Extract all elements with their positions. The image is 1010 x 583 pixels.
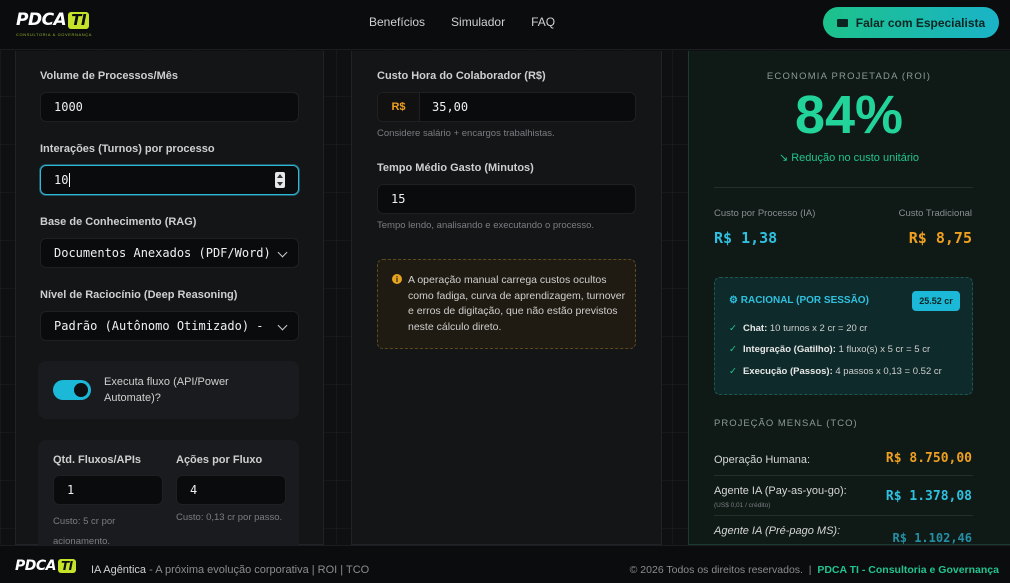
rag-value: Documentos Anexados (PDF/Word) — [54, 246, 271, 260]
volume-label: Volume de Processos/Mês — [40, 70, 178, 82]
divider — [714, 515, 973, 516]
ia-cost-label: Custo por Processo (IA) — [714, 208, 816, 219]
time-hint: Tempo lendo, analisando e executando o p… — [377, 220, 595, 231]
time-label: Tempo Médio Gasto (Minutos) — [377, 162, 534, 174]
rag-select[interactable]: Documentos Anexados (PDF/Word) — [40, 238, 299, 268]
flow-toggle-label: Executa fluxo (API/Power Automate)? — [104, 376, 229, 404]
footer-logo-text: PDCA — [15, 558, 57, 574]
footer: PDCA TI IA Agêntica - A próxima evolução … — [0, 545, 1010, 583]
credits-badge: 25.52 cr — [912, 291, 960, 311]
logo[interactable]: PDCA TI CONSULTORIA & GOVERNANÇA — [16, 10, 100, 37]
row-value: 4 passos x 0,13 = 0.52 cr — [835, 366, 942, 377]
divider — [714, 187, 973, 188]
footer-copyright: © 2026 Todos os direitos reservados. | P… — [630, 564, 999, 576]
trad-cost-value: R$ 8,75 — [908, 229, 972, 247]
flows-input[interactable]: 1 — [53, 475, 163, 505]
reasoning-select[interactable]: Padrão (Autônomo Otimizado) - — [40, 311, 299, 341]
chevron-down-icon — [277, 320, 288, 331]
currency-prefix: R$ — [378, 93, 420, 121]
row-value: 10 turnos x 2 cr = 20 cr — [769, 323, 868, 334]
footer-logo[interactable]: PDCA TI — [15, 558, 76, 574]
logo-badge: TI — [68, 11, 90, 29]
divider — [714, 475, 973, 476]
nav-faq[interactable]: FAQ — [531, 15, 555, 29]
footer-title: IA Agêntica — [91, 564, 147, 576]
payg-value: R$ 1.378,08 — [885, 489, 972, 504]
payg-note: (US$ 0,01 / crédito) — [714, 502, 771, 509]
top-header: PDCA TI CONSULTORIA & GOVERNANÇA Benefíci… — [0, 0, 1010, 50]
human-value: R$ 8.750,00 — [885, 451, 972, 466]
gear-icon: ⚙ — [729, 295, 741, 306]
turns-input[interactable]: 10 — [40, 165, 299, 195]
check-icon: ✓ — [729, 323, 737, 334]
warning-text: A operação manual carrega custos ocultos… — [408, 274, 626, 333]
rational-row: ✓ Execução (Passos): 4 passos x 0,13 = 0.… — [729, 366, 942, 377]
rational-row: ✓ Chat: 10 turnos x 2 cr = 20 cr — [729, 323, 867, 334]
check-icon: ✓ — [729, 344, 737, 355]
nav-simulador[interactable]: Simulador — [451, 15, 505, 29]
row-value: 1 fluxo(s) x 5 cr = 5 cr — [838, 344, 931, 355]
turns-label: Interações (Turnos) por processo — [40, 143, 215, 155]
flow-toggle[interactable] — [53, 380, 91, 400]
rational-card: ⚙ RACIONAL (POR SESSÃO) 25.52 cr ✓ Chat: … — [714, 277, 973, 395]
contact-specialist-button[interactable]: Falar com Especialista — [823, 7, 999, 38]
mail-icon — [836, 18, 848, 27]
number-stepper[interactable] — [275, 172, 285, 188]
rational-title-text: RACIONAL (POR SESSÃO) — [740, 295, 869, 306]
prepaid-value: R$ 1.102,46 — [892, 531, 972, 545]
steps-hint: Custo: 0,13 cr por passo. — [176, 512, 283, 523]
rational-row: ✓ Integração (Gatilho): 1 fluxo(s) x 5 cr… — [729, 344, 930, 355]
footer-brand[interactable]: PDCA TI - Consultoria e Governança — [817, 564, 999, 576]
time-input[interactable]: 15 — [377, 184, 636, 214]
reasoning-value: Padrão (Autônomo Otimizado) - — [54, 319, 264, 333]
check-icon: ✓ — [729, 366, 737, 377]
flows-card: Qtd. Fluxos/APIs 1 Custo: 5 cr por acion… — [38, 440, 299, 550]
reasoning-label: Nível de Raciocínio (Deep Reasoning) — [40, 289, 238, 301]
volume-input[interactable]: 1000 — [40, 92, 299, 122]
nav-beneficios[interactable]: Benefícios — [369, 15, 425, 29]
rag-label: Base de Conhecimento (RAG) — [40, 216, 197, 228]
ia-cost-value: R$ 1,38 — [714, 229, 778, 247]
toggle-knob — [74, 383, 88, 397]
hour-cost-label: Custo Hora do Colaborador (R$) — [377, 70, 546, 82]
row-key: Execução (Passos): — [742, 366, 833, 377]
tco-label: PROJEÇÃO MENSAL (TCO) — [714, 418, 858, 429]
trend-down-icon: ↘ — [778, 152, 792, 164]
flow-toggle-card: Executa fluxo (API/Power Automate)? — [38, 361, 299, 419]
hour-cost-hint: Considere salário + encargos trabalhista… — [377, 128, 555, 139]
human-label: Operação Humana: — [714, 454, 810, 466]
roi-label: ECONOMIA PROJETADA (ROI) — [766, 71, 932, 82]
text-caret — [69, 173, 71, 187]
hidden-costs-warning: i A operação manual carrega custos ocult… — [377, 259, 636, 349]
steps-label: Ações por Fluxo — [176, 454, 263, 466]
trad-cost-label: Custo Tradicional — [898, 208, 972, 219]
cta-label: Falar com Especialista — [855, 15, 986, 30]
flows-label: Qtd. Fluxos/APIs — [53, 454, 142, 466]
footer-logo-badge: TI — [58, 559, 76, 573]
rational-title: ⚙ RACIONAL (POR SESSÃO) — [729, 295, 869, 306]
roi-subtitle-text: Redução no custo unitário — [791, 152, 920, 164]
info-icon: i — [392, 274, 402, 284]
roi-subtitle: ↘ Redução no custo unitário — [688, 151, 1010, 164]
turns-value: 10 — [54, 173, 69, 187]
chevron-down-icon — [277, 247, 288, 258]
main-nav: Benefícios Simulador FAQ — [369, 15, 555, 29]
hour-cost-input[interactable]: R$ 35,00 — [377, 92, 636, 122]
logo-tagline: CONSULTORIA & GOVERNANÇA — [16, 32, 93, 37]
footer-tagline-text: - A próxima evolução corporativa | ROI |… — [146, 564, 370, 576]
hour-cost-value: 35,00 — [432, 100, 469, 114]
logo-text: PDCA — [16, 10, 67, 30]
row-key: Integração (Gatilho): — [742, 344, 836, 355]
footer-tagline: IA Agêntica - A próxima evolução corpora… — [91, 564, 369, 576]
steps-input[interactable]: 4 — [176, 475, 286, 505]
row-key: Chat: — [742, 323, 768, 334]
prepaid-label: Agente IA (Pré-pago MS): — [714, 525, 841, 537]
payg-label: Agente IA (Pay-as-you-go): — [714, 485, 847, 497]
copyright-text: © 2026 Todos os direitos reservados. | — [629, 564, 818, 576]
roi-value: 84% — [794, 85, 904, 145]
